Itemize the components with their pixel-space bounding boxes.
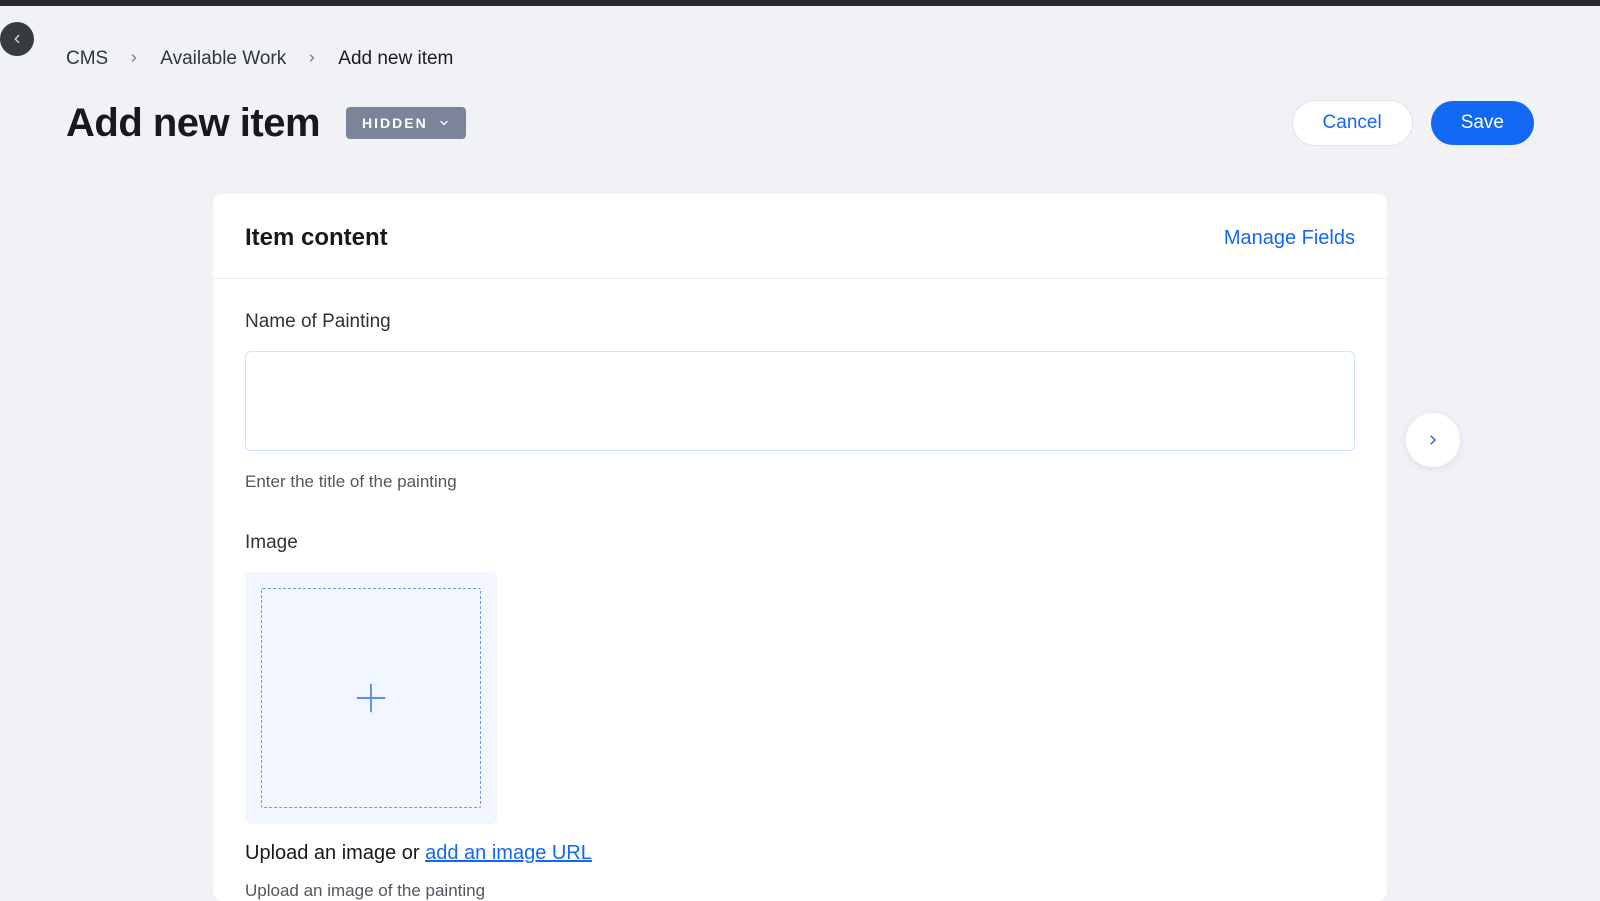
visibility-status-label: HIDDEN — [362, 115, 428, 131]
breadcrumb: CMS Available Work Add new item — [66, 6, 1534, 70]
breadcrumb-cms[interactable]: CMS — [66, 48, 108, 70]
image-field-label: Image — [245, 532, 1355, 554]
cancel-button[interactable]: Cancel — [1292, 100, 1413, 146]
name-field-label: Name of Painting — [245, 311, 1355, 333]
breadcrumb-current: Add new item — [338, 48, 453, 70]
item-content-card: Item content Manage Fields Name of Paint… — [213, 194, 1387, 901]
card-title: Item content — [245, 224, 388, 252]
chevron-right-icon — [306, 48, 318, 70]
save-button[interactable]: Save — [1431, 101, 1534, 145]
expand-panel-button[interactable] — [1406, 413, 1460, 467]
back-button[interactable] — [0, 22, 34, 56]
name-field-group: Name of Painting Enter the title of the … — [245, 311, 1355, 492]
name-field-help: Enter the title of the painting — [245, 472, 1355, 492]
page-title: Add new item — [66, 101, 320, 146]
upload-text: Upload an image or add an image URL — [245, 842, 1355, 865]
visibility-status-dropdown[interactable]: HIDDEN — [346, 107, 466, 139]
add-image-url-link[interactable]: add an image URL — [425, 842, 592, 864]
breadcrumb-available-work[interactable]: Available Work — [160, 48, 286, 70]
plus-icon — [352, 679, 390, 717]
upload-prefix: Upload an image or — [245, 842, 425, 864]
image-upload-dropzone[interactable] — [245, 572, 497, 824]
chevron-right-icon — [128, 48, 140, 70]
image-field-group: Image Upload an image or add an image UR… — [245, 532, 1355, 901]
chevron-right-icon — [1425, 432, 1441, 448]
manage-fields-link[interactable]: Manage Fields — [1224, 227, 1355, 250]
chevron-left-icon — [10, 32, 24, 46]
name-of-painting-input[interactable] — [245, 351, 1355, 451]
chevron-down-icon — [438, 117, 450, 129]
image-field-help: Upload an image of the painting — [245, 881, 1355, 901]
